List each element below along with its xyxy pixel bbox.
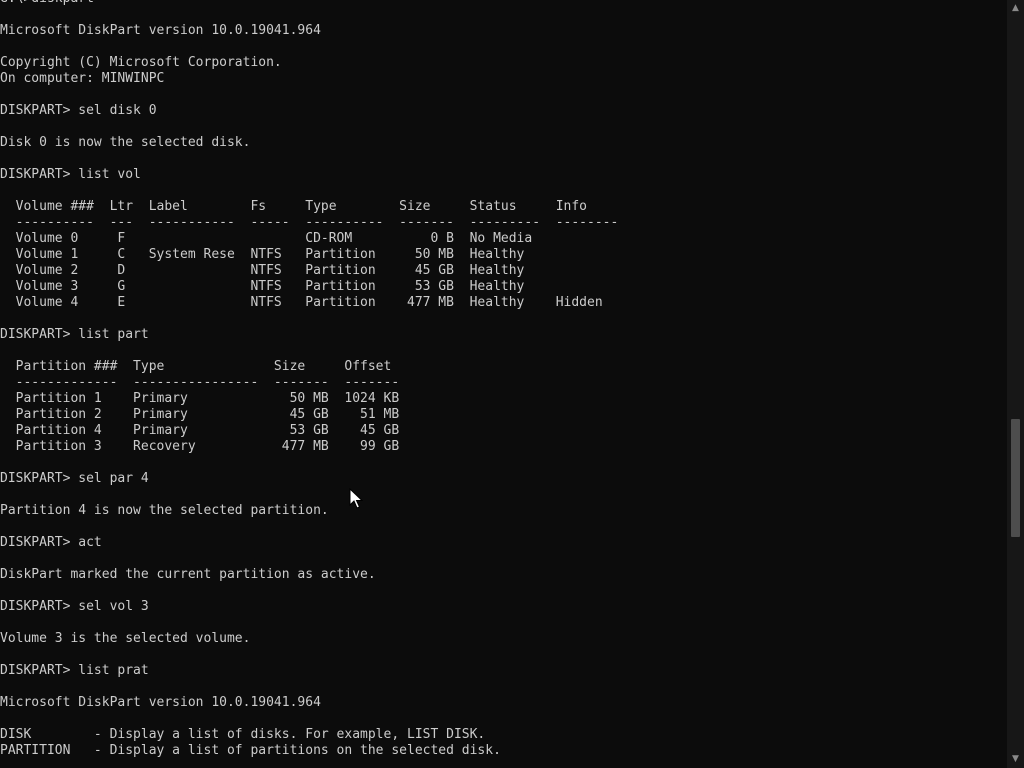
- console-line: DiskPart marked the current partition as…: [0, 567, 376, 582]
- console-line: DISKPART> act: [0, 535, 102, 550]
- console-line: DISKPART> sel par 4: [0, 471, 149, 486]
- scroll-up-arrow-icon[interactable]: ▲: [1007, 0, 1024, 17]
- console-line: ------------- ---------------- ------- -…: [0, 375, 400, 390]
- console-line: DISKPART> list prat: [0, 663, 149, 678]
- console-line: Disk 0 is now the selected disk.: [0, 135, 251, 150]
- console-line: ---------- --- ----------- ----- -------…: [0, 215, 619, 230]
- scroll-down-arrow-icon[interactable]: ▼: [1007, 751, 1024, 768]
- console-line: DISKPART> list part: [0, 327, 149, 342]
- console-line: Copyright (C) Microsoft Corporation.: [0, 55, 282, 70]
- console-line: DISK - Display a list of disks. For exam…: [0, 727, 486, 742]
- console-line: Partition 3 Recovery 477 MB 99 GB: [0, 439, 400, 454]
- console-line: Volume 2 D NTFS Partition 45 GB Healthy: [0, 263, 525, 278]
- scrollbar-thumb[interactable]: [1011, 419, 1020, 537]
- console-line: On computer: MINWINPC: [0, 71, 165, 86]
- console-line: Partition 4 is now the selected partitio…: [0, 503, 329, 518]
- console-line: Partition 4 Primary 53 GB 45 GB: [0, 423, 400, 438]
- console-line: Volume ### Ltr Label Fs Type Size Status…: [0, 199, 587, 214]
- mouse-pointer-icon: [349, 488, 363, 509]
- console-line: Partition ### Type Size Offset: [0, 359, 392, 374]
- console-line: Volume 3 is the selected volume.: [0, 631, 251, 646]
- console-line: Volume 0 F CD-ROM 0 B No Media: [0, 231, 533, 246]
- console-line: DISKPART> list vol: [0, 167, 141, 182]
- console-line: DISKPART> sel vol 3: [0, 599, 149, 614]
- console-output[interactable]: G:\>diskpart Microsoft DiskPart version …: [0, 0, 1006, 768]
- console-line: Volume 3 G NTFS Partition 53 GB Healthy: [0, 279, 525, 294]
- vertical-scrollbar[interactable]: ▲ ▼: [1007, 0, 1024, 768]
- console-line: Microsoft DiskPart version 10.0.19041.96…: [0, 23, 321, 38]
- console-line: PARTITION - Display a list of partitions…: [0, 743, 501, 758]
- console-line: Volume 1 C System Rese NTFS Partition 50…: [0, 247, 525, 262]
- console-line: Volume 4 E NTFS Partition 477 MB Healthy…: [0, 295, 603, 310]
- console-line: Partition 2 Primary 45 GB 51 MB: [0, 407, 400, 422]
- console-line: Partition 1 Primary 50 MB 1024 KB: [0, 391, 400, 406]
- console-line: G:\>diskpart: [0, 0, 1006, 7]
- console-window[interactable]: G:\>diskpart Microsoft DiskPart version …: [0, 0, 1024, 768]
- console-line: Microsoft DiskPart version 10.0.19041.96…: [0, 695, 321, 710]
- console-line: DISKPART> sel disk 0: [0, 103, 157, 118]
